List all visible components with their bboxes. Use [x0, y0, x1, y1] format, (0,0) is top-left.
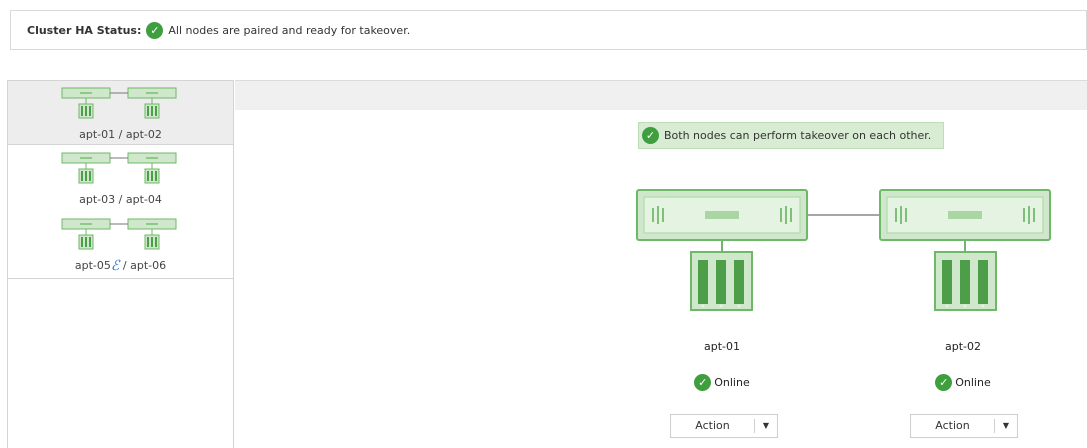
action-dropdown-label: Action [935, 419, 970, 432]
pair-item-apt-05-apt-06[interactable]: apt-05ℰ / apt-06 [8, 212, 233, 276]
node-status-apt-01: ✓ Online [662, 374, 782, 391]
node-apt-02-shelf-icon [934, 251, 997, 311]
ha-pair-icon [61, 87, 177, 119]
ha-pair-icon [61, 218, 177, 250]
node-name-apt-02: apt-02 [944, 340, 981, 353]
caret-down-icon[interactable]: ▼ [995, 415, 1017, 437]
caret-down-icon[interactable]: ▼ [755, 415, 777, 437]
action-dropdown-apt-02[interactable]: Action ▼ [910, 414, 1018, 438]
takeover-status-message: ✓ Both nodes can perform takeover on eac… [638, 122, 944, 149]
ha-pairs-panel: apt-01 / apt-02 apt-03 / apt-04 apt-05ℰ … [7, 80, 234, 448]
pair-item-apt-01-apt-02[interactable]: apt-01 / apt-02 [8, 81, 233, 145]
check-circle-icon: ✓ [146, 21, 164, 39]
node-status-apt-02: ✓ Online [903, 374, 1023, 391]
ha-pair-diagram [636, 189, 1051, 311]
takeover-message-text: Both nodes can perform takeover on each … [664, 129, 932, 142]
action-dropdown-apt-01[interactable]: Action ▼ [670, 414, 778, 438]
node-apt-01-shelf-icon [690, 251, 753, 311]
pair-name-right: / apt-06 [119, 259, 167, 272]
cluster-ha-status-message: All nodes are paired and ready for takeo… [168, 23, 411, 37]
ha-pair-icon [61, 152, 177, 184]
cluster-ha-status-label: Cluster HA Status: [27, 23, 142, 37]
pair-name: apt-05ℰ / apt-06 [8, 259, 233, 273]
online-check-icon: ✓ [935, 374, 953, 391]
action-dropdown-label: Action [695, 419, 730, 432]
node-apt-01-controller-icon [636, 189, 808, 241]
node-name-apt-01: apt-01 [703, 340, 740, 353]
check-circle-icon: ✓ [642, 127, 659, 144]
pair-item-apt-03-apt-04[interactable]: apt-03 / apt-04 [8, 146, 233, 210]
node-apt-02-controller-icon [879, 189, 1051, 241]
detail-header-bar [235, 80, 1087, 110]
pair-name: apt-03 / apt-04 [79, 193, 162, 206]
pair-name-left: apt-05 [74, 259, 111, 272]
pair-list-divider [8, 278, 233, 279]
online-check-icon: ✓ [694, 374, 712, 391]
node-status-text: Online [714, 376, 750, 389]
pair-name: apt-01 / apt-02 [79, 128, 162, 141]
node-status-text: Online [955, 376, 991, 389]
cluster-ha-status-bar: Cluster HA Status: ✓ All nodes are paire… [10, 10, 1087, 50]
